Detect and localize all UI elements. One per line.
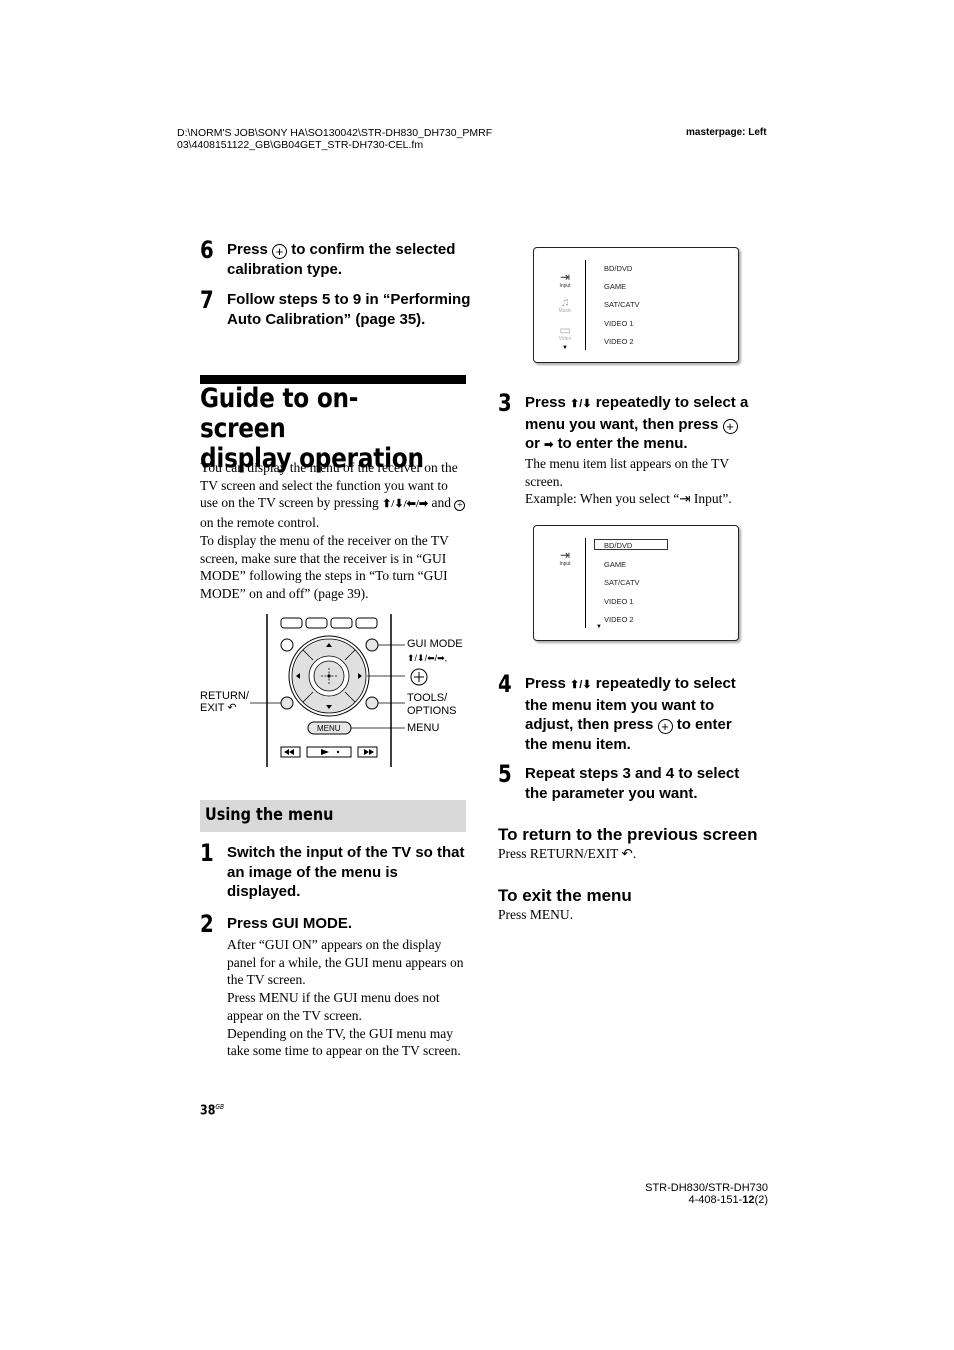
intro-text: You can display the menu of the receiver…	[200, 459, 468, 603]
menu-item: GAME	[604, 560, 627, 569]
step-text: Repeat steps 3 and 4 to select the param…	[525, 765, 740, 802]
exit-heading: To exit the menu	[498, 886, 632, 905]
menu-item: SAT/CATV	[604, 300, 640, 309]
step-number: 1	[200, 839, 214, 867]
enter-button-icon: +	[657, 719, 673, 734]
menu-item: SAT/CATV	[604, 578, 640, 587]
masterpage-label: masterpage: Left	[686, 127, 767, 138]
menu-item: VIDEO 2	[604, 337, 634, 346]
step-number: 3	[498, 389, 512, 417]
step-number: 4	[498, 670, 512, 698]
return-label-line-2: EXIT ↶	[200, 702, 237, 714]
menu-label: MENU	[407, 722, 440, 734]
color-button-4	[355, 617, 378, 629]
right-arrow-icon: ➡	[544, 439, 554, 451]
category-input: ⇥ Input	[550, 549, 580, 567]
tools-options-button	[365, 696, 379, 710]
step-text: Switch the input of the TV so that an im…	[227, 844, 465, 900]
category-input: ⇥ Input	[550, 271, 580, 289]
music-icon: ♫	[560, 295, 570, 309]
scroll-down-icon: ▼	[596, 624, 602, 630]
step-text: Press GUI MODE.	[227, 915, 353, 932]
file-path-header: D:\NORM'S JOB\SONY HA\SO130042\STR-DH830…	[177, 127, 492, 151]
document-code: 4-408-151-12(2)	[688, 1194, 768, 1206]
color-button-1	[280, 617, 303, 629]
tools-label-line-1: TOOLS/	[407, 692, 448, 704]
file-path-line-2: 03\4408151122_GB\GB04GET_STR-DH730-CEL.f…	[177, 139, 424, 151]
return-heading: To return to the previous screen	[498, 825, 758, 844]
color-button-2	[305, 617, 328, 629]
enter-button-icon: +	[722, 418, 738, 434]
model-number: STR-DH830/STR-DH730	[645, 1182, 768, 1194]
color-button-3	[330, 617, 353, 629]
step-number: 5	[498, 760, 512, 788]
remote-control-diagram: GUI MODE ⬆/⬇/⬅/➡, TOOLS/ OPTIONS MENU RE…	[195, 612, 475, 772]
menu-item: BD/DVD	[604, 264, 633, 273]
tools-label-line-2: OPTIONS	[407, 705, 457, 717]
return-icon: ↶	[227, 702, 237, 714]
step-body: After “GUI ON” appears on the display pa…	[227, 937, 464, 1059]
subsection-heading: Using the menu	[200, 800, 466, 832]
enter-button-icon: +	[454, 500, 466, 512]
step-text: Follow steps 5 to 9 in “Performing Auto …	[227, 291, 471, 328]
input-icon: ⇥	[679, 491, 691, 507]
tv-screen-menu-categories: ⇥ Input ♫ Music ▭ Video ▼ BD/DVD GAME SAT/C…	[533, 247, 739, 363]
menu-item: VIDEO 1	[604, 597, 634, 606]
enter-button-icon: +	[272, 244, 288, 259]
up-down-arrows-icon: ⬆/⬇	[570, 398, 592, 410]
category-video: ▭ Video	[550, 324, 580, 342]
input-icon: ⇥	[559, 548, 571, 562]
input-icon: ⇥	[559, 270, 571, 284]
page-number: 38GB	[200, 1103, 225, 1119]
footer-model-code: STR-DH830/STR-DH730 4-408-151-12(2)	[600, 1182, 768, 1206]
menu-item-selected: BD/DVD	[604, 541, 633, 550]
gui-mode-label: GUI MODE	[407, 638, 463, 650]
menu-item: GAME	[604, 282, 627, 291]
category-music: ♫ Music	[550, 296, 580, 314]
arrows-label: ⬆/⬇/⬅/➡,	[407, 653, 448, 663]
return-icon: ↶	[621, 846, 633, 861]
file-path-line-1: D:\NORM'S JOB\SONY HA\SO130042\STR-DH830…	[177, 127, 493, 139]
step-number: 6	[200, 236, 214, 264]
up-down-arrows-icon: ⬆/⬇	[570, 679, 592, 691]
step-number: 7	[200, 286, 214, 314]
return-exit-button	[280, 696, 294, 710]
menu-item: VIDEO 2	[604, 615, 634, 624]
round-button	[280, 638, 294, 652]
tv-screen-input-items: ⇥ Input BD/DVD GAME SAT/CATV VIDEO 1 VIDE…	[533, 525, 739, 641]
scroll-down-icon: ▼	[562, 345, 568, 351]
menu-item: VIDEO 1	[604, 319, 634, 328]
exit-body: Press MENU.	[498, 907, 574, 922]
gui-mode-button	[365, 638, 379, 652]
step-number: 2	[200, 910, 214, 938]
menu-button-label: MENU	[317, 724, 341, 733]
film-icon: ▭	[559, 323, 571, 337]
step-body: The menu item list appears on the TV scr…	[525, 456, 729, 489]
return-body: Press RETURN/EXIT ↶.	[498, 846, 637, 861]
arrow-keys-icon: ⬆/⬇/⬅/➡	[382, 498, 429, 511]
